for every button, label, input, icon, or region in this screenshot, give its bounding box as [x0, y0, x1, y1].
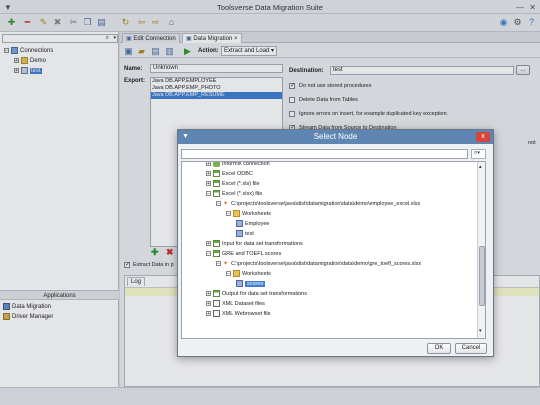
spreadsheet-icon — [213, 180, 220, 188]
expand-toggle-icon[interactable]: + — [206, 291, 211, 297]
tree-node-selected[interactable]: scores — [236, 280, 266, 289]
spreadsheet-icon — [213, 290, 220, 298]
ok-button[interactable]: OK — [427, 343, 451, 354]
spreadsheet-icon — [213, 250, 220, 258]
file-icon: ✦ — [223, 261, 229, 268]
spreadsheet-icon — [213, 240, 220, 248]
tree-node[interactable]: + XML Dataset files — [206, 300, 265, 309]
tree-node[interactable]: test — [236, 230, 254, 239]
tree-node[interactable]: + Excel (*.xls) file — [206, 180, 260, 189]
expand-toggle-icon[interactable]: + — [206, 181, 211, 187]
tree-scrollbar[interactable]: ▴ ▾ — [477, 162, 485, 338]
tree-node[interactable]: + Output for data set transformations — [206, 290, 307, 299]
select-node-dialog: ▼ Select Node x ⌕▾ + Informix connection +… — [177, 129, 494, 357]
expand-toggle-icon[interactable]: + — [206, 241, 211, 247]
database-icon — [213, 162, 220, 168]
dialog-search-button[interactable]: ⌕▾ — [471, 149, 486, 159]
tree-node[interactable]: − GRE and TOEFL scores — [206, 250, 281, 259]
tree-node[interactable]: − ✦ C:\projects\toolsverse\java\dist\datam… — [216, 260, 421, 269]
expand-toggle-icon[interactable]: + — [206, 162, 211, 167]
xml-icon — [213, 310, 220, 318]
collapse-toggle-icon[interactable]: − — [226, 271, 231, 277]
tree-node[interactable]: Employee — [236, 220, 269, 229]
tree-node[interactable]: − Excel (*.xlsx) file — [206, 190, 262, 199]
expand-toggle-icon[interactable]: + — [206, 171, 211, 177]
cancel-button[interactable]: Cancel — [455, 343, 487, 354]
folder-icon — [233, 270, 240, 278]
expand-toggle-icon[interactable]: − — [206, 251, 211, 257]
chevron-down-icon: ▾ — [477, 150, 480, 156]
tree-node[interactable]: + Input for data set transformations — [206, 240, 303, 249]
spreadsheet-icon — [213, 190, 220, 198]
dialog-title-bar: ▼ Select Node x — [178, 130, 493, 144]
tree-node[interactable]: − Worksheets — [226, 270, 271, 279]
dialog-search-input[interactable] — [181, 149, 468, 159]
table-icon — [236, 230, 243, 238]
dialog-close-button[interactable]: x — [476, 132, 490, 142]
dialog-logo-icon: ▼ — [182, 133, 189, 140]
scroll-up-icon[interactable]: ▴ — [479, 164, 482, 170]
tree-node[interactable]: + Informix connection — [206, 162, 270, 169]
file-icon: ✦ — [223, 201, 229, 208]
tree-node[interactable]: + Excel ODBC — [206, 170, 253, 179]
expand-toggle-icon[interactable]: + — [206, 301, 211, 307]
xml-icon — [213, 300, 220, 308]
folder-icon — [233, 210, 240, 218]
node-tree[interactable]: + Informix connection + Excel ODBC + Excel (*… — [181, 161, 486, 339]
tree-node[interactable]: − Worksheets — [226, 210, 271, 219]
table-icon — [236, 220, 243, 228]
spreadsheet-icon — [213, 170, 220, 178]
expand-toggle-icon[interactable]: − — [206, 191, 211, 197]
collapse-toggle-icon[interactable]: − — [226, 211, 231, 217]
collapse-toggle-icon[interactable]: − — [216, 261, 221, 267]
tree-node[interactable]: − ✦ C:\projects\toolsverse\java\dist\datam… — [216, 200, 420, 209]
table-icon — [236, 280, 243, 288]
collapse-toggle-icon[interactable]: − — [216, 201, 221, 207]
scroll-down-icon[interactable]: ▾ — [479, 328, 482, 334]
tree-node[interactable]: + XML Webrowset file — [206, 310, 271, 319]
expand-toggle-icon[interactable]: + — [206, 311, 211, 317]
dialog-title: Select Node — [313, 132, 358, 141]
scrollbar-thumb[interactable] — [479, 246, 485, 306]
